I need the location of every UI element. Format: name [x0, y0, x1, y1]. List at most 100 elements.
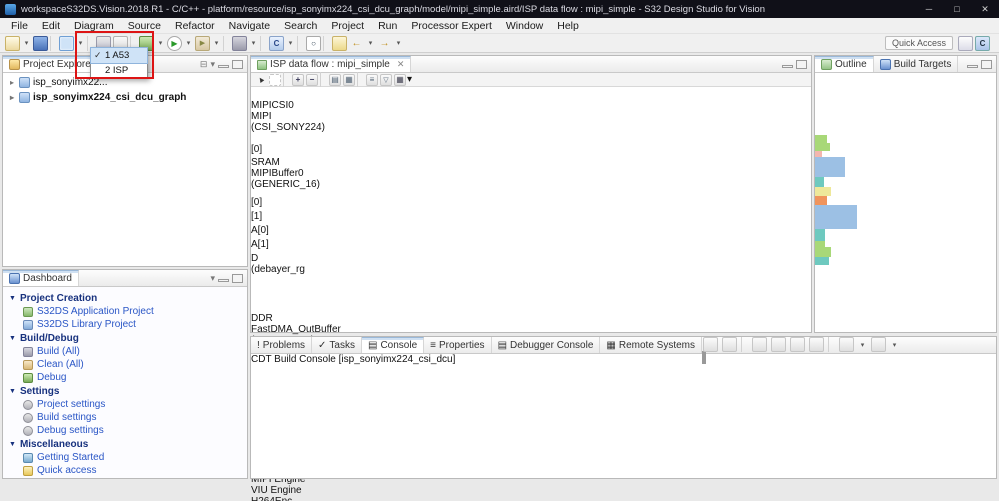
- menu-refactor[interactable]: Refactor: [168, 20, 222, 32]
- port-mipi-out[interactable]: [0]: [251, 144, 270, 157]
- persp-icon[interactable]: [958, 35, 973, 51]
- link-app-project[interactable]: S32DS Application Project: [5, 305, 245, 318]
- maximize-view-icon[interactable]: [232, 59, 243, 69]
- link-debug[interactable]: Debug: [5, 371, 245, 384]
- tab-isp-data-flow[interactable]: ISP data flow : mipi_simple ✕: [251, 56, 412, 72]
- link-lib-project[interactable]: S32DS Library Project: [5, 318, 245, 331]
- port-a0[interactable]: A[0]: [251, 225, 277, 239]
- palette-item-h264enc[interactable]: H264Enc: [251, 496, 811, 501]
- dropdown-arrow-icon[interactable]: [22, 36, 31, 51]
- mon-icon[interactable]: [839, 337, 854, 352]
- block-debayer[interactable]: D (debayer_rg: [251, 253, 343, 313]
- link-project-settings[interactable]: Project settings: [5, 398, 245, 411]
- link-debug-settings[interactable]: Debug settings: [5, 424, 245, 437]
- minimize-view-icon[interactable]: [967, 65, 978, 68]
- link-clean-all[interactable]: Clean (All): [5, 358, 245, 371]
- collapse-all-icon[interactable]: ⊟: [200, 59, 208, 70]
- maximize-view-icon[interactable]: [704, 351, 706, 364]
- dropdown-arrow-icon[interactable]: [156, 36, 165, 51]
- menu-navigate[interactable]: Navigate: [222, 20, 277, 32]
- minimize-view-icon[interactable]: [218, 65, 229, 68]
- link-build-settings[interactable]: Build settings: [5, 411, 245, 424]
- view-menu-icon[interactable]: ▾: [210, 273, 215, 284]
- wrap-icon[interactable]: [790, 337, 805, 352]
- lock-icon[interactable]: [771, 337, 786, 352]
- view-menu-icon[interactable]: ▾: [210, 59, 215, 70]
- expand-icon[interactable]: ▸: [8, 93, 16, 102]
- dropdown-arrow-icon[interactable]: [249, 36, 258, 51]
- outline-thumbnail[interactable]: [815, 73, 996, 265]
- expand-icon[interactable]: ▸: [8, 78, 16, 87]
- palette-item-viu-engine[interactable]: VIU Engine: [251, 485, 811, 496]
- arr-up-icon[interactable]: [722, 337, 737, 352]
- layers-icon[interactable]: [366, 73, 378, 86]
- port-sram-out1[interactable]: [1]: [251, 211, 273, 225]
- quick-access-button[interactable]: Quick Access: [884, 36, 953, 50]
- maximize-view-icon[interactable]: [796, 59, 807, 69]
- link-build-all[interactable]: Build (All): [5, 345, 245, 358]
- config-option-isp[interactable]: 2 ISP: [91, 63, 147, 78]
- minimize-view-icon[interactable]: [782, 65, 793, 68]
- tab-problems[interactable]: ! Problems: [251, 337, 313, 353]
- close-tab-icon[interactable]: ✕: [397, 59, 405, 70]
- clear-icon[interactable]: [752, 337, 767, 352]
- build-icon[interactable]: [232, 35, 247, 51]
- select-icon[interactable]: [255, 74, 267, 86]
- back-icon[interactable]: [349, 36, 364, 51]
- menu-processor-expert[interactable]: Processor Expert: [404, 20, 499, 32]
- print-icon[interactable]: [343, 73, 355, 86]
- minimize-view-icon[interactable]: [218, 279, 229, 282]
- lastedit-icon[interactable]: [332, 35, 347, 51]
- tab-debugger-console[interactable]: ▤ Debugger Console: [492, 337, 601, 353]
- target-icon[interactable]: [59, 35, 74, 51]
- cpp-icon[interactable]: [975, 35, 990, 51]
- section-build-debug[interactable]: ▼ Build/Debug: [5, 331, 245, 345]
- forward-icon[interactable]: [377, 36, 392, 51]
- save-icon[interactable]: [33, 35, 48, 51]
- tab-outline[interactable]: Outline: [815, 56, 874, 72]
- export-icon[interactable]: [329, 73, 341, 86]
- port-sram-out0[interactable]: [0]: [251, 197, 273, 211]
- maximize-window-icon[interactable]: □: [943, 0, 971, 18]
- pin-icon[interactable]: [809, 337, 824, 352]
- tab-tasks[interactable]: ✓ Tasks: [312, 337, 362, 353]
- menu-search[interactable]: Search: [277, 20, 324, 32]
- dropdown-arrow-icon[interactable]: [76, 36, 85, 51]
- tree-item-project-2[interactable]: ▸ isp_sonyimx224_csi_dcu_graph: [3, 90, 247, 105]
- block-sram[interactable]: SRAM MIPIBuffer0 (GENERIC_16): [251, 157, 363, 197]
- menu-run[interactable]: Run: [371, 20, 404, 32]
- dropdown-arrow-icon[interactable]: [212, 36, 221, 51]
- port-a1[interactable]: A[1]: [251, 239, 277, 253]
- tab-project-explorer[interactable]: Project Explorer: [3, 56, 102, 72]
- mon-icon[interactable]: [871, 337, 886, 352]
- maximize-view-icon[interactable]: [232, 273, 243, 283]
- dropdown-arrow-icon[interactable]: [394, 36, 403, 51]
- dropdown-arrow-icon[interactable]: [366, 36, 375, 51]
- menu-help[interactable]: Help: [550, 20, 586, 32]
- dropdown-arrow-icon[interactable]: [858, 337, 867, 352]
- zoom-out-icon[interactable]: [306, 73, 318, 86]
- section-settings[interactable]: ▼ Settings: [5, 384, 245, 398]
- zoom-in-icon[interactable]: [292, 73, 304, 86]
- menu-window[interactable]: Window: [499, 20, 550, 32]
- tab-properties[interactable]: ≡ Properties: [424, 337, 492, 353]
- section-project-creation[interactable]: ▼ Project Creation: [5, 291, 245, 305]
- tab-build-targets[interactable]: Build Targets: [874, 56, 959, 72]
- menu-file[interactable]: File: [4, 20, 35, 32]
- dropdown-arrow-icon[interactable]: [184, 36, 193, 51]
- config-option-a53[interactable]: ✓ 1 A53: [90, 47, 148, 64]
- search-icon[interactable]: [306, 35, 321, 51]
- link-quick-access[interactable]: Quick access: [5, 464, 245, 477]
- marquee-icon[interactable]: [269, 73, 281, 86]
- run-icon[interactable]: [167, 35, 182, 51]
- section-miscellaneous[interactable]: ▼ Miscellaneous: [5, 437, 245, 451]
- new-icon[interactable]: [5, 35, 20, 51]
- menu-project[interactable]: Project: [324, 20, 371, 32]
- zoom-combo[interactable]: ▾: [407, 74, 412, 85]
- menu-source[interactable]: Source: [121, 20, 168, 32]
- dropdown-arrow-icon[interactable]: [286, 36, 295, 51]
- minimize-window-icon[interactable]: ─: [915, 0, 943, 18]
- outline-viewport[interactable]: [815, 73, 933, 135]
- tools-icon[interactable]: [195, 35, 210, 51]
- maximize-view-icon[interactable]: [981, 59, 992, 69]
